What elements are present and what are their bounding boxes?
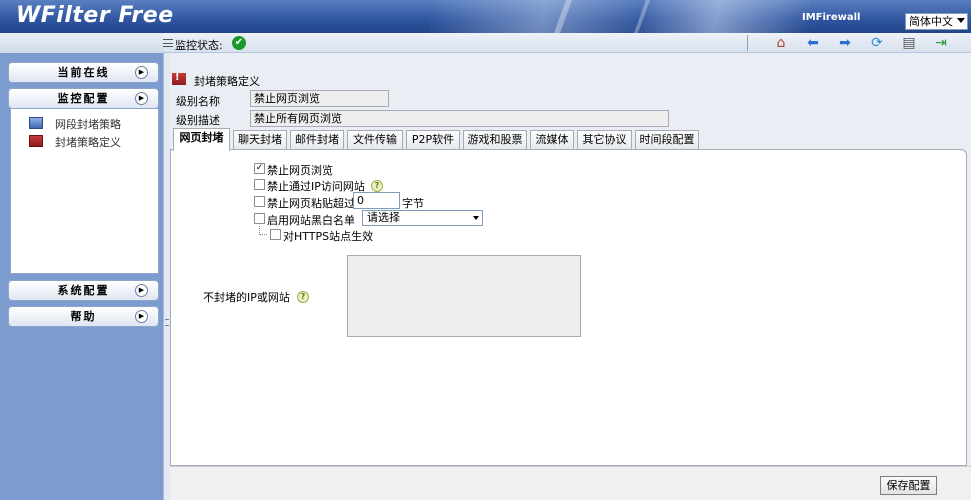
chevron-down-icon bbox=[957, 18, 965, 23]
footer-bar: 保存配置 bbox=[170, 466, 971, 500]
sidebar-section-label: 帮助 bbox=[70, 310, 97, 323]
paste-size-input[interactable]: 0 bbox=[353, 192, 400, 209]
tab-other-protocols[interactable]: 其它协议 bbox=[577, 130, 632, 150]
sidebar-section-system-config[interactable]: 系统配置 ▶ bbox=[8, 280, 159, 301]
chevron-right-icon: ▶ bbox=[135, 284, 148, 297]
sidebar-splitter[interactable] bbox=[163, 53, 170, 500]
tab-p2p[interactable]: P2P软件 bbox=[406, 130, 460, 150]
app-header: WFilter Free IMFirewall 简体中文 bbox=[0, 0, 971, 33]
chevron-right-icon: ▶ bbox=[135, 310, 148, 323]
tab-chat-block[interactable]: 聊天封堵 bbox=[233, 130, 287, 150]
whitelist-select-value: 请选择 bbox=[367, 211, 400, 224]
sidebar-section-label: 当前在线 bbox=[57, 66, 110, 79]
menu-lines-icon bbox=[163, 39, 173, 47]
tab-panel-web-block: ✓ 禁止网页浏览 禁止通过IP访问网站 ? 禁止网页粘贴超过 0 字节 启用网站… bbox=[170, 149, 967, 466]
chevron-right-icon: ▶ bbox=[135, 66, 148, 79]
chevron-down-icon bbox=[473, 216, 479, 220]
tab-time-config[interactable]: 时间段配置 bbox=[635, 130, 699, 150]
back-arrow-icon[interactable]: ⬅ bbox=[804, 35, 822, 51]
block-policy-icon bbox=[172, 72, 186, 85]
block-paste-checkbox[interactable] bbox=[254, 196, 265, 207]
exclude-label: 不封堵的IP或网站 bbox=[203, 291, 290, 304]
sidebar-section-online[interactable]: 当前在线 ▶ bbox=[8, 62, 159, 83]
toolbar: 监控状态: ✔ ⌂ ⬅ ➡ ⟳ ▤ ⇥ bbox=[0, 33, 971, 53]
tab-mail-block[interactable]: 邮件封堵 bbox=[290, 130, 344, 150]
sidebar-item-label: 封堵策略定义 bbox=[55, 136, 121, 149]
forward-arrow-icon[interactable]: ➡ bbox=[836, 35, 854, 51]
language-select[interactable]: 简体中文 bbox=[905, 13, 968, 30]
https-checkbox[interactable] bbox=[270, 229, 281, 240]
sidebar-section-monitor-config[interactable]: 监控配置 ▶ bbox=[8, 88, 159, 109]
sidebar-item-label: 网段封堵策略 bbox=[55, 118, 121, 131]
whitelist-select[interactable]: 请选择 bbox=[362, 210, 483, 226]
save-button[interactable]: 保存配置 bbox=[880, 476, 937, 495]
print-icon[interactable]: ▤ bbox=[900, 35, 918, 51]
check-circle-icon: ✔ bbox=[232, 36, 246, 50]
toolbar-divider bbox=[747, 35, 748, 51]
whitelist-checkbox[interactable] bbox=[254, 213, 265, 224]
level-desc-field[interactable]: 禁止所有网页浏览 bbox=[250, 110, 669, 127]
paste-unit-label: 字节 bbox=[402, 197, 424, 210]
main-content: 封堵策略定义 级别名称 禁止网页浏览 级别描述 禁止所有网页浏览 网页封堵 聊天… bbox=[170, 53, 971, 500]
level-desc-label: 级别描述 bbox=[176, 114, 220, 127]
tab-web-block[interactable]: 网页封堵 bbox=[173, 128, 230, 151]
block-ip-label: 禁止通过IP访问网站 bbox=[267, 180, 365, 193]
block-web-label: 禁止网页浏览 bbox=[267, 164, 333, 177]
block-policy-icon bbox=[29, 135, 43, 147]
brand-label: IMFirewall bbox=[802, 12, 861, 23]
monitor-icon bbox=[29, 117, 43, 129]
sidebar-panel: 网段封堵策略 封堵策略定义 bbox=[10, 108, 159, 274]
chevron-down-icon: ▶ bbox=[135, 92, 148, 105]
block-web-checkbox[interactable]: ✓ bbox=[254, 163, 265, 174]
sidebar-section-label: 系统配置 bbox=[57, 284, 110, 297]
block-paste-label: 禁止网页粘贴超过 bbox=[267, 197, 355, 210]
help-icon[interactable]: ? bbox=[371, 180, 383, 192]
whitelist-label: 启用网站黑白名单 bbox=[267, 214, 355, 227]
sidebar-section-label: 监控配置 bbox=[57, 92, 110, 105]
level-name-field[interactable]: 禁止网页浏览 bbox=[250, 90, 389, 107]
block-ip-checkbox[interactable] bbox=[254, 179, 265, 190]
tab-streaming[interactable]: 流媒体 bbox=[530, 130, 574, 150]
exclude-list-textarea[interactable] bbox=[347, 255, 581, 337]
https-label: 对HTTPS站点生效 bbox=[283, 230, 374, 243]
sidebar: 当前在线 ▶ 监控配置 ▶ 网段封堵策略 封堵策略定义 系统配置 ▶ 帮助 ▶ bbox=[0, 53, 163, 500]
language-select-value: 简体中文 bbox=[909, 15, 953, 28]
grip-icon bbox=[165, 319, 169, 326]
app-title: WFilter Free bbox=[16, 3, 174, 28]
level-name-label: 级别名称 bbox=[176, 95, 220, 108]
tab-file-transfer[interactable]: 文件传输 bbox=[347, 130, 403, 150]
header-banner-image bbox=[430, 0, 810, 33]
help-icon[interactable]: ? bbox=[297, 291, 309, 303]
exit-icon[interactable]: ⇥ bbox=[932, 35, 950, 51]
monitor-status-label: 监控状态: bbox=[175, 39, 223, 52]
sidebar-section-help[interactable]: 帮助 ▶ bbox=[8, 306, 159, 327]
tree-connector bbox=[259, 226, 267, 235]
home-icon[interactable]: ⌂ bbox=[772, 35, 790, 51]
refresh-icon[interactable]: ⟳ bbox=[868, 35, 886, 51]
page-title: 封堵策略定义 bbox=[194, 75, 260, 88]
tab-games-stocks[interactable]: 游戏和股票 bbox=[463, 130, 527, 150]
